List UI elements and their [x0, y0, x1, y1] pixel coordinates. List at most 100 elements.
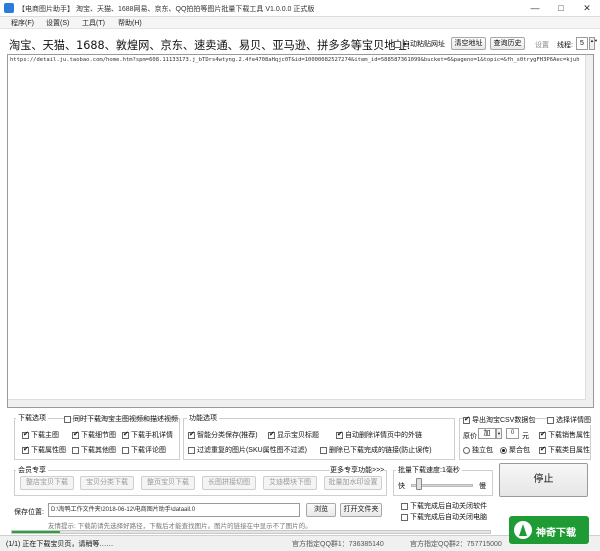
delete-done-label: 删除已下载完成的链接(防止误传): [328, 447, 432, 454]
auto-paste-label: 自动粘贴网址: [402, 41, 445, 48]
whole-shop-button[interactable]: 整店宝贝下载: [20, 476, 74, 490]
download-attr-checkbox[interactable]: [22, 445, 29, 454]
download-review-label: 下载评论图: [130, 447, 166, 454]
threads-select[interactable]: 5: [576, 37, 588, 50]
download-other-checkbox[interactable]: [72, 446, 79, 454]
remove-links-option[interactable]: 自动删除详情页中的外链: [336, 430, 422, 440]
menu-help[interactable]: 帮助(H): [118, 18, 142, 28]
auto-shutdown-label: 下载完成后自动关闭电脑: [409, 514, 487, 521]
threads-label: 线程:: [557, 42, 573, 49]
auto-paste-checkbox[interactable]: [394, 40, 401, 48]
clear-address-button[interactable]: 清空地址: [451, 37, 486, 50]
download-options-label: 下载选项: [16, 413, 48, 423]
vertical-scrollbar[interactable]: [585, 55, 593, 407]
download-progress-bar: [11, 530, 491, 534]
filter-duplicates-option[interactable]: 过滤重复的图片(SKU属性图不过滤): [188, 445, 307, 455]
remove-links-checkbox[interactable]: [336, 430, 343, 439]
browse-button[interactable]: 浏览: [306, 503, 336, 517]
download-attr-option[interactable]: 下载属性图: [22, 445, 66, 455]
long-image-button[interactable]: 长图拼接切图: [202, 476, 256, 490]
select-detail-checkbox[interactable]: [547, 416, 554, 424]
merged-package-label: 聚合包: [508, 447, 530, 454]
chevron-down-icon[interactable]: ▼: [496, 428, 502, 439]
speed-fast-label: 快: [398, 483, 405, 490]
settings-label[interactable]: 设置: [535, 40, 549, 50]
qq-group-2: 官方指定QQ群2：757715000: [410, 541, 502, 548]
show-title-checkbox[interactable]: [268, 430, 275, 439]
smart-save-checkbox[interactable]: [188, 430, 195, 439]
download-mobile-checkbox[interactable]: [122, 430, 129, 439]
delete-done-checkbox[interactable]: [320, 446, 327, 454]
site-watermark: 神奇下载: [509, 516, 589, 544]
speed-slider-thumb[interactable]: [415, 478, 422, 490]
title-bar: 【电商图片助手】 淘宝、天猫、1688网易、京东、QQ拍拍等图片批量下载工具 V…: [0, 0, 600, 17]
horizontal-scrollbar[interactable]: [8, 399, 586, 407]
qq-group-1: 官方指定QQ群1：736385140: [292, 541, 384, 548]
filter-duplicates-label: 过滤重复的图片(SKU属性图不过滤): [196, 447, 308, 454]
download-review-option[interactable]: 下载评论图: [122, 445, 166, 455]
delete-done-option[interactable]: 删除已下载完成的链接(防止误传): [320, 445, 432, 455]
price-op-select[interactable]: 加: [478, 428, 496, 439]
filter-duplicates-checkbox[interactable]: [188, 446, 195, 454]
merged-package-radio[interactable]: [500, 446, 507, 454]
merged-package-option[interactable]: 聚合包: [500, 445, 530, 455]
save-path-input[interactable]: D:\淘鸭工作文件夹\2018-06-12\电商图片助手\dataall.0: [48, 503, 300, 517]
download-detail-option[interactable]: 下载细节图: [72, 430, 116, 440]
export-csv-label: 导出淘宝CSV数据包: [471, 417, 536, 424]
smart-save-label: 智能分类保存(推荐): [196, 432, 258, 439]
url-textarea[interactable]: https://detail.ju.taobao.com/home.htm?sp…: [7, 54, 594, 408]
watermark-settings-button[interactable]: 批量加水印设置: [324, 476, 382, 490]
more-features-link[interactable]: 更多专享功能>>>: [330, 465, 385, 475]
auto-close-software-checkbox[interactable]: [401, 502, 408, 510]
remove-links-label: 自动删除详情页中的外链: [344, 432, 422, 439]
auto-close-software-option[interactable]: 下载完成后自动关闭软件: [401, 501, 487, 511]
sales-attr-label: 下载销售属性: [547, 432, 590, 439]
download-attr-label: 下载属性图: [30, 447, 66, 454]
query-history-button[interactable]: 查询历史: [490, 37, 525, 50]
function-options-label: 功能选项: [187, 413, 219, 423]
download-other-option[interactable]: 下载其他图: [72, 445, 116, 455]
auto-shutdown-option[interactable]: 下载完成后自动关闭电脑: [401, 512, 487, 522]
download-videos-label: 同时下载淘宝主图视频和描述视频: [72, 416, 178, 423]
category-attr-label: 下载类目属性: [547, 447, 590, 454]
module-download-button[interactable]: 艾迪模块下图: [263, 476, 317, 490]
export-csv-checkbox[interactable]: [463, 415, 470, 424]
menu-program[interactable]: 程序(F): [11, 18, 34, 28]
stop-button[interactable]: 停止: [499, 463, 588, 497]
show-title-option[interactable]: 显示宝贝标题: [268, 430, 319, 440]
download-detail-checkbox[interactable]: [72, 430, 79, 439]
download-main-option[interactable]: 下载主图: [22, 430, 59, 440]
category-download-button[interactable]: 宝贝分类下载: [80, 476, 134, 490]
speed-slow-label: 慢: [479, 483, 486, 490]
auto-paste-option[interactable]: 自动粘贴网址: [394, 39, 445, 49]
single-package-radio[interactable]: [463, 446, 470, 454]
download-review-checkbox[interactable]: [122, 446, 129, 454]
smart-save-option[interactable]: 智能分类保存(推荐): [188, 430, 258, 440]
threads-spinner-icon[interactable]: ▲▼: [589, 37, 598, 50]
export-csv-option[interactable]: 导出淘宝CSV数据包: [463, 415, 536, 425]
download-videos-checkbox[interactable]: [64, 415, 71, 423]
open-folder-button[interactable]: 打开文件夹: [340, 503, 382, 517]
download-main-checkbox[interactable]: [22, 430, 29, 439]
single-package-option[interactable]: 独立包: [463, 445, 493, 455]
download-videos-option[interactable]: 同时下载淘宝主图视频和描述视频: [64, 414, 178, 424]
window-title: 【电商图片助手】 淘宝、天猫、1688网易、京东、QQ拍拍等图片批量下载工具 V…: [18, 6, 315, 13]
member-label: 会员专享: [16, 465, 48, 475]
whole-page-button[interactable]: 整页宝贝下载: [141, 476, 195, 490]
menu-tools[interactable]: 工具(T): [82, 18, 105, 28]
category-attr-option[interactable]: 下载类目属性: [539, 445, 590, 455]
download-mobile-option[interactable]: 下载手机详情: [122, 430, 173, 440]
select-detail-option[interactable]: 选择详情图: [547, 415, 591, 425]
url-text: https://detail.ju.taobao.com/home.htm?sp…: [10, 57, 580, 63]
minimize-icon[interactable]: —: [522, 0, 548, 17]
save-location-label: 保存位置:: [14, 509, 44, 516]
sales-attr-option[interactable]: 下载销售属性: [539, 430, 590, 440]
close-icon[interactable]: ✕: [574, 0, 600, 17]
app-icon: [4, 3, 14, 13]
maximize-icon[interactable]: □: [548, 0, 574, 17]
category-attr-checkbox[interactable]: [539, 445, 546, 454]
menu-settings[interactable]: 设置(S): [46, 18, 69, 28]
auto-shutdown-checkbox[interactable]: [401, 513, 408, 521]
sales-attr-checkbox[interactable]: [539, 430, 546, 439]
price-value-input[interactable]: 0: [506, 428, 519, 439]
